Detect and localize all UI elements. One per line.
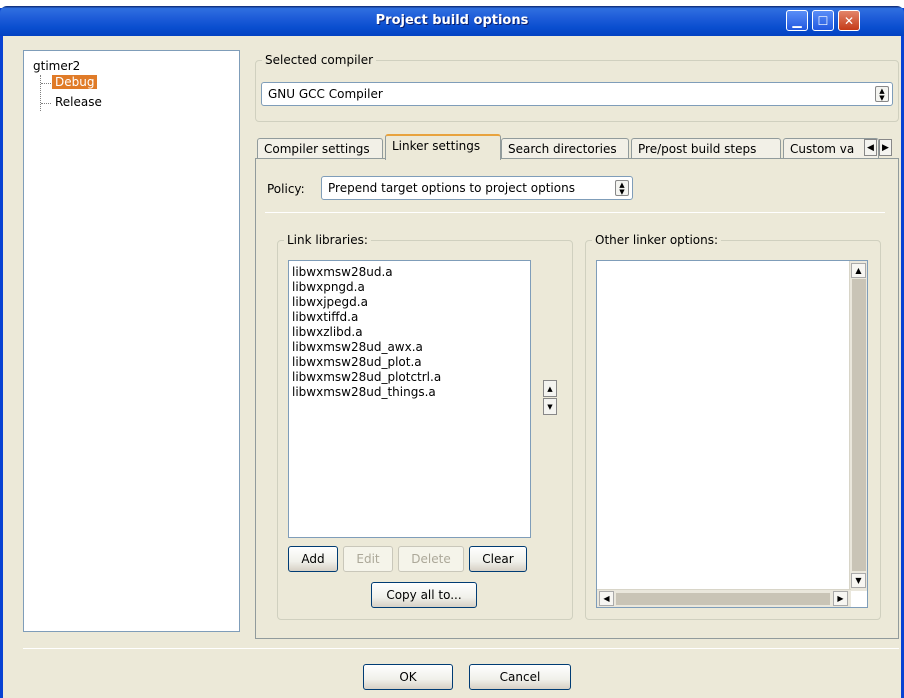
selected-compiler-legend: Selected compiler [262, 53, 377, 67]
tree-connector [41, 83, 51, 84]
list-item[interactable]: libwxmsw28ud.a [289, 265, 530, 280]
footer-divider [23, 648, 899, 649]
tab-linker-settings[interactable]: Linker settings [385, 134, 501, 160]
scrollbar-thumb[interactable] [616, 593, 830, 605]
arrow-up-icon: ▲ [855, 266, 862, 275]
move-down-button[interactable]: ▼ [543, 398, 557, 415]
arrow-left-icon: ◀ [867, 142, 874, 153]
tree-item-debug[interactable]: Debug [52, 75, 98, 89]
arrow-up-icon: ▲ [547, 384, 553, 393]
arrow-right-icon: ▶ [882, 142, 889, 153]
list-item[interactable]: libwxmsw28ud_plot.a [289, 355, 530, 370]
tree-item-release[interactable]: Release [52, 95, 105, 109]
list-item[interactable]: libwxpngd.a [289, 280, 530, 295]
spin-arrows-icon: ▲ ▼ [875, 86, 889, 102]
compiler-select[interactable]: GNU GCC Compiler ▲ ▼ [261, 82, 893, 106]
tree-connector [41, 103, 51, 104]
horizontal-scrollbar[interactable]: ◀ ▶ [597, 589, 851, 607]
list-item[interactable]: libwxzlibd.a [289, 325, 530, 340]
scroll-down-button[interactable]: ▼ [851, 573, 866, 588]
close-button[interactable]: ✕ [838, 10, 860, 31]
scroll-right-button[interactable]: ▶ [833, 591, 848, 606]
maximize-icon: ☐ [817, 13, 829, 28]
spin-arrows-icon: ▲ ▼ [615, 180, 629, 196]
link-libraries-list[interactable]: libwxmsw28ud.a libwxpngd.a libwxjpegd.a … [288, 260, 531, 538]
close-icon: ✕ [843, 13, 855, 28]
policy-label: Policy: [267, 182, 305, 196]
title-bar[interactable]: Project build options ▁ ☐ ✕ [0, 6, 904, 36]
cancel-button[interactable]: Cancel [469, 664, 571, 690]
tab-compiler-settings[interactable]: Compiler settings [257, 138, 383, 160]
other-linker-options-legend: Other linker options: [592, 233, 722, 247]
arrow-left-icon: ◀ [603, 594, 610, 603]
delete-button[interactable]: Delete [398, 546, 464, 572]
arrow-right-icon: ▶ [837, 594, 844, 603]
window-title: Project build options [375, 13, 529, 28]
move-up-button[interactable]: ▲ [543, 380, 557, 397]
vertical-scrollbar[interactable]: ▲ ▼ [849, 261, 867, 591]
dialog-window: Project build options ▁ ☐ ✕ gtimer2 Debu… [0, 6, 904, 698]
policy-select-value: Prepend target options to project option… [328, 181, 575, 195]
tree-connector [40, 75, 41, 111]
tab-search-directories[interactable]: Search directories [501, 138, 629, 160]
add-button[interactable]: Add [288, 546, 338, 572]
other-linker-options-textarea[interactable]: ▲ ▼ ◀ ▶ [596, 260, 868, 608]
target-tree[interactable]: gtimer2 Debug Release [23, 50, 240, 632]
tab-scroll-right-button[interactable]: ▶ [879, 139, 892, 156]
scroll-up-button[interactable]: ▲ [851, 263, 866, 278]
dialog-body: gtimer2 Debug Release Selected compiler … [3, 36, 901, 698]
list-item[interactable]: libwxtiffd.a [289, 310, 530, 325]
list-item[interactable]: libwxmsw28ud_things.a [289, 385, 530, 400]
list-item[interactable]: libwxjpegd.a [289, 295, 530, 310]
list-item[interactable]: libwxmsw28ud_awx.a [289, 340, 530, 355]
scroll-left-button[interactable]: ◀ [599, 591, 614, 606]
edit-button[interactable]: Edit [343, 546, 393, 572]
tab-scroll-left-button[interactable]: ◀ [864, 139, 877, 156]
tree-root-gtimer2[interactable]: gtimer2 [33, 59, 80, 73]
divider [265, 212, 885, 213]
minimize-icon: ▁ [792, 13, 802, 28]
arrow-down-icon: ▼ [855, 576, 862, 585]
minimize-button[interactable]: ▁ [786, 10, 808, 31]
link-libraries-legend: Link libraries: [284, 233, 371, 247]
copy-all-to-button[interactable]: Copy all to... [371, 582, 477, 608]
tab-pre-post-build-steps[interactable]: Pre/post build steps [631, 138, 781, 160]
list-item[interactable]: libwxmsw28ud_plotctrl.a [289, 370, 530, 385]
scrollbar-thumb[interactable] [852, 279, 866, 571]
maximize-button[interactable]: ☐ [812, 10, 834, 31]
arrow-down-icon: ▼ [547, 402, 553, 411]
ok-button[interactable]: OK [363, 664, 453, 690]
compiler-select-value: GNU GCC Compiler [268, 87, 383, 101]
clear-button[interactable]: Clear [469, 546, 527, 572]
policy-select[interactable]: Prepend target options to project option… [321, 176, 633, 200]
